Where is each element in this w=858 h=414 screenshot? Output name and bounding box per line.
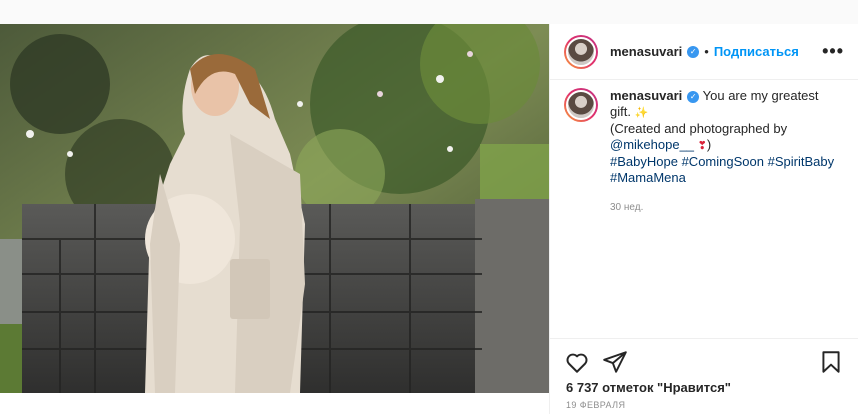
likes-count[interactable]: 6 737 отметок "Нравится" [566,380,731,395]
hashtag-link[interactable]: #ComingSoon [682,154,764,169]
more-options-icon[interactable]: ••• [822,41,844,62]
heart-icon[interactable] [564,349,590,375]
avatar[interactable] [564,34,598,69]
hashtag-link[interactable]: #BabyHope [610,154,678,169]
post-time-ago[interactable]: 30 нед. [610,200,840,216]
caption-text-line1: You are my greatest [702,88,819,103]
caption-body: menasuvari ✓ You are my greatest gift. ✨ … [610,88,840,216]
post-photo[interactable] [0,24,549,393]
share-icon[interactable] [602,349,628,375]
post-header: menasuvari ✓ • Подписаться ••• [550,24,858,80]
heart-exclamation-emoji-icon: ❣ [697,140,707,152]
separator-dot: • [704,44,709,59]
caption-text-line2: gift. [610,104,631,119]
mention-link[interactable]: @mikehope__ [610,137,694,152]
caption-username[interactable]: menasuvari [610,88,682,103]
follow-button[interactable]: Подписаться [714,44,799,59]
caption-verified-badge-icon: ✓ [687,90,700,103]
caption-mention-tail: ) [706,137,712,152]
photo-image [0,24,549,393]
caption-text-line3: (Created and photographed by [610,121,788,136]
action-bar [550,338,858,378]
header-username[interactable]: menasuvari [610,44,682,59]
bookmark-icon[interactable] [818,349,844,375]
verified-badge-icon: ✓ [687,45,700,58]
post-sidebar: menasuvari ✓ • Подписаться ••• menasuvar… [549,24,858,414]
caption-avatar[interactable] [564,88,598,122]
caption: menasuvari ✓ You are my greatest gift. ✨ … [550,80,858,216]
post-date: 19 ФЕВРАЛЯ [566,400,626,410]
hashtag-link[interactable]: #MamaMena [610,170,686,185]
sparkle-emoji-icon: ✨ [634,107,649,119]
hashtag-link[interactable]: #SpiritBaby [768,154,834,169]
